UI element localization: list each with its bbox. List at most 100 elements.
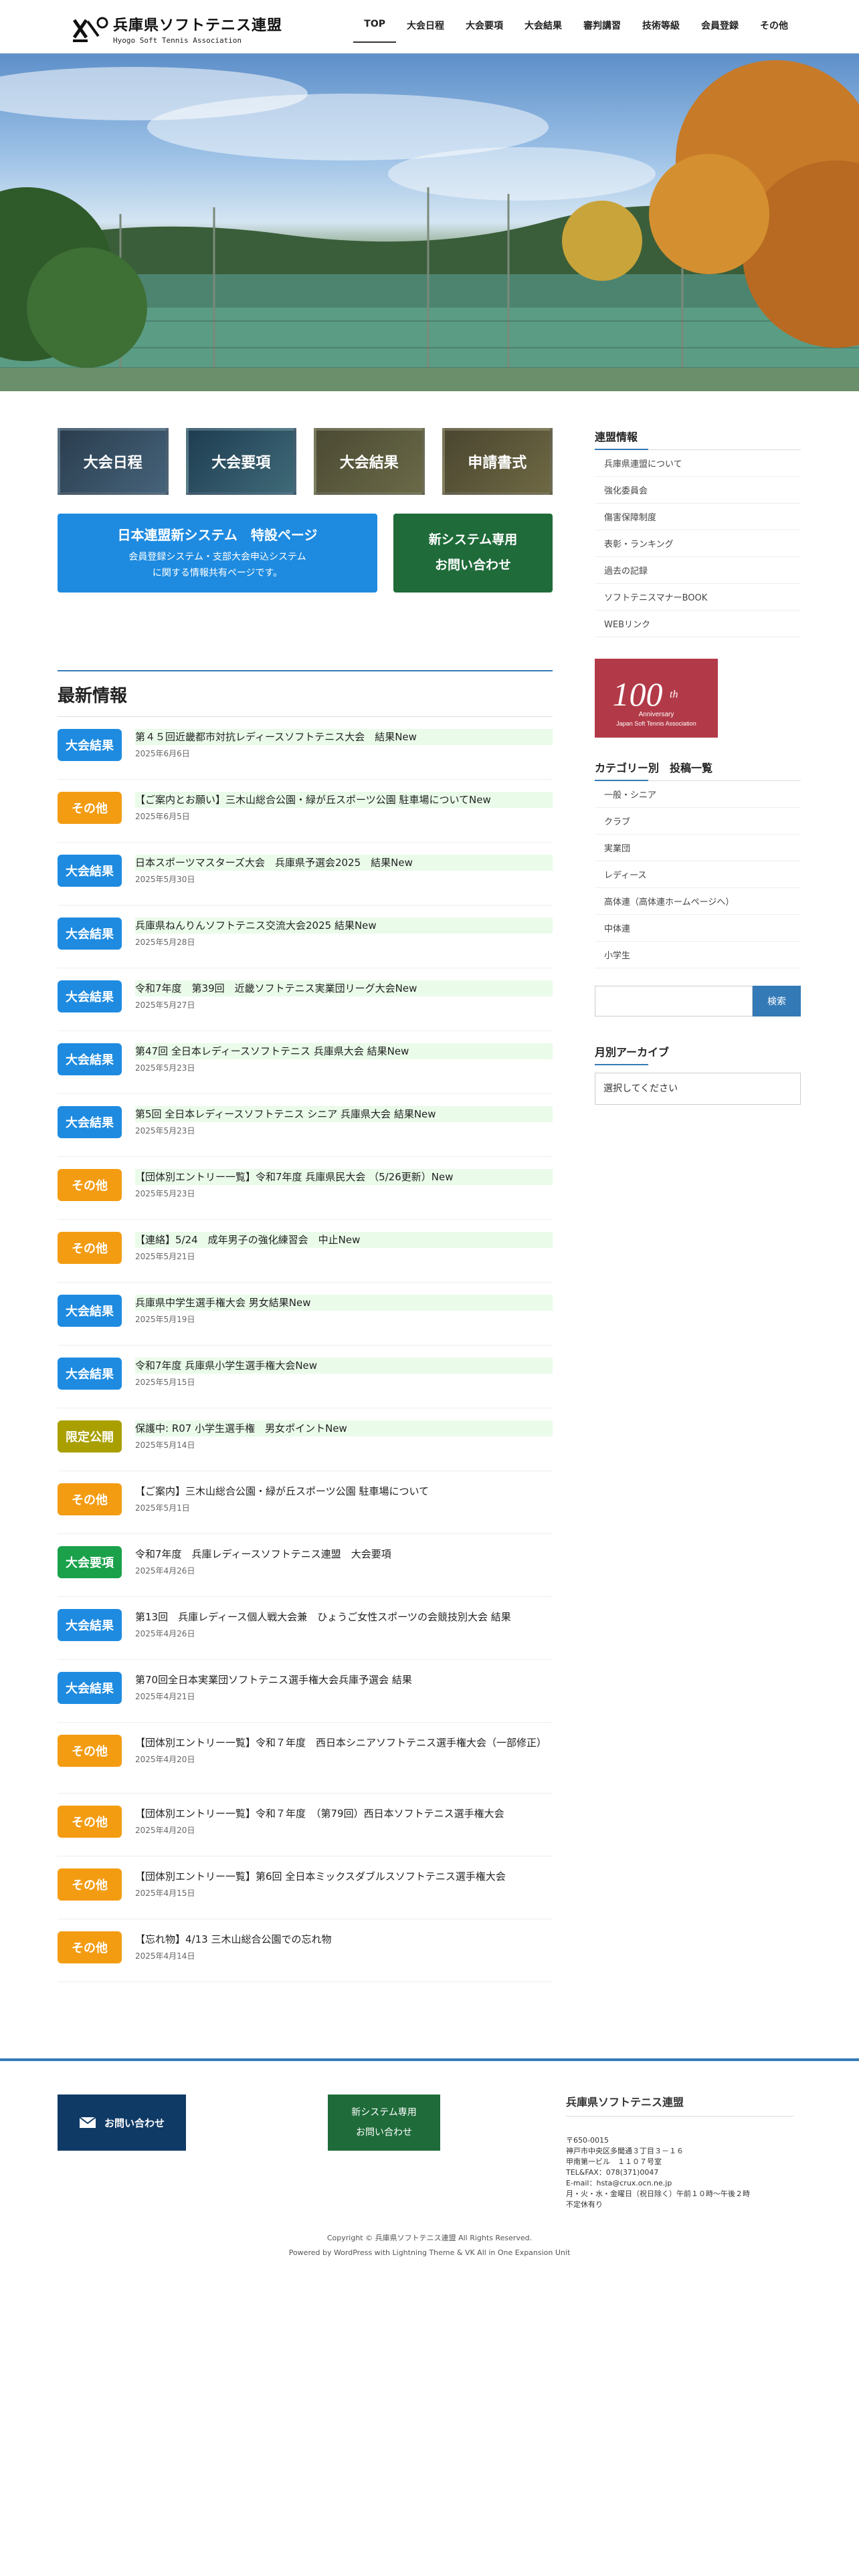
powered-by[interactable]: Powered by WordPress with Lightning Them… xyxy=(0,2248,859,2257)
federation-info-link[interactable]: 強化委員会 xyxy=(595,477,801,504)
news-item[interactable]: 大会結果 第４５回近畿都市対抗レディースソフトテニス大会 結果New 2025年6月… xyxy=(58,717,553,780)
promo-subtitle-1: 会員登録システム・支部大会申込システム xyxy=(128,552,306,562)
nav-schedule[interactable]: 大会日程 xyxy=(396,9,455,43)
news-category-badge[interactable]: その他 xyxy=(58,1169,122,1201)
news-title-link[interactable]: 第47回 全日本レディースソフトテニス 兵庫県大会 結果New xyxy=(135,1043,553,1059)
news-title-link[interactable]: 第5回 全日本レディースソフトテニス シニア 兵庫県大会 結果New xyxy=(135,1106,553,1122)
news-item[interactable]: 大会結果 令和7年度 兵庫県小学生選手権大会New 2025年5月15日 xyxy=(58,1346,553,1408)
news-category-badge[interactable]: その他 xyxy=(58,1868,122,1901)
new-system-special-page-button[interactable]: 日本連盟新システム 特設ページ 会員登録システム・支部大会申込システム に関する… xyxy=(58,514,377,593)
news-category-badge[interactable]: その他 xyxy=(58,1483,122,1515)
news-title-link[interactable]: 令和7年度 第39回 近畿ソフトテニス実業団リーグ大会New xyxy=(135,980,553,996)
news-item[interactable]: その他 【団体別エントリー一覧】令和７年度 （第79回）西日本ソフトテニス選手権大… xyxy=(58,1794,553,1856)
news-item[interactable]: その他 【連絡】5/24 成年男子の強化練習会 中止New 2025年5月21日 xyxy=(58,1220,553,1283)
federation-info-link[interactable]: 兵庫県連盟について xyxy=(595,450,801,477)
category-link[interactable]: レディース xyxy=(595,861,801,888)
federation-info-link[interactable]: 傷害保障制度 xyxy=(595,504,801,530)
news-category-badge[interactable]: 大会結果 xyxy=(58,1358,122,1390)
news-category-badge[interactable]: その他 xyxy=(58,792,122,824)
federation-info-link[interactable]: 表彰・ランキング xyxy=(595,530,801,557)
news-item[interactable]: 大会結果 日本スポーツマスターズ大会 兵庫県予選会2025 結果New 2025年5… xyxy=(58,843,553,905)
news-item[interactable]: 大会結果 兵庫県中学生選手権大会 男女結果New 2025年5月19日 xyxy=(58,1283,553,1346)
news-title-link[interactable]: 【ご案内】三木山総合公園・緑が丘スポーツ公園 駐車場について xyxy=(135,1483,553,1499)
news-category-badge[interactable]: 大会結果 xyxy=(58,1043,122,1075)
news-category-badge[interactable]: 大会結果 xyxy=(58,729,122,761)
news-title-link[interactable]: 第４５回近畿都市対抗レディースソフトテニス大会 結果New xyxy=(135,729,553,745)
news-title-link[interactable]: 【連絡】5/24 成年男子の強化練習会 中止New xyxy=(135,1232,553,1248)
news-item[interactable]: その他 【忘れ物】4/13 三木山総合公園での忘れ物 2025年4月14日 xyxy=(58,1919,553,1982)
nav-grade[interactable]: 技術等級 xyxy=(632,9,690,43)
news-item[interactable]: 大会要項 令和7年度 兵庫レディースソフトテニス連盟 大会要項 2025年4月26日 xyxy=(58,1534,553,1597)
nav-membership[interactable]: 会員登録 xyxy=(690,9,749,43)
news-category-badge[interactable]: 大会結果 xyxy=(58,980,122,1012)
nav-guidelines[interactable]: 大会要項 xyxy=(455,9,514,43)
news-item[interactable]: 大会結果 第13回 兵庫レディース個人戦大会兼 ひょうご女性スポーツの会競技別大会… xyxy=(58,1597,553,1660)
news-title-link[interactable]: 第13回 兵庫レディース個人戦大会兼 ひょうご女性スポーツの会競技別大会 結果 xyxy=(135,1609,553,1625)
search-input[interactable] xyxy=(595,986,753,1016)
guidelines-button[interactable]: 大会要項 xyxy=(185,428,296,495)
footer-organization: 兵庫県ソフトテニス連盟 〒650-0015 神戸市中央区多聞通３丁目３－１６ 甲南第… xyxy=(566,2093,793,2210)
federation-info-link[interactable]: WEBリンク xyxy=(595,611,801,637)
news-item[interactable]: その他 【団体別エントリー一覧】第6回 全日本ミックスダブルスソフトテニス選手権大… xyxy=(58,1856,553,1919)
federation-info-link[interactable]: ソフトテニスマナーBOOK xyxy=(595,584,801,611)
news-title-link[interactable]: 【団体別エントリー一覧】令和7年度 兵庫県民大会 （5/26更新）New xyxy=(135,1169,553,1185)
news-title-link[interactable]: 兵庫県ねんりんソフトテニス交流大会2025 結果New xyxy=(135,918,553,934)
nav-other[interactable]: その他 xyxy=(749,9,799,43)
news-item[interactable]: その他 【団体別エントリー一覧】令和７年度 西日本シニアソフトテニス選手権大会（一… xyxy=(58,1723,553,1794)
category-link[interactable]: 小学生 xyxy=(595,942,801,968)
federation-info-link[interactable]: 過去の記録 xyxy=(595,557,801,584)
news-title-link[interactable]: 【団体別エントリー一覧】令和７年度 （第79回）西日本ソフトテニス選手権大会 xyxy=(135,1806,553,1822)
news-category-badge[interactable]: 大会結果 xyxy=(58,1672,122,1704)
news-item[interactable]: 大会結果 第70回全日本実業団ソフトテニス選手権大会兵庫予選会 結果 2025年4月… xyxy=(58,1660,553,1723)
news-category-badge[interactable]: 大会結果 xyxy=(58,855,122,887)
new-system-contact-button[interactable]: 新システム専用 お問い合わせ xyxy=(393,514,553,593)
news-category-badge[interactable]: 大会結果 xyxy=(58,918,122,950)
footer-contact-button[interactable]: お問い合わせ xyxy=(58,2095,186,2151)
news-item[interactable]: 大会結果 令和7年度 第39回 近畿ソフトテニス実業団リーグ大会New 2025年5… xyxy=(58,968,553,1031)
news-item[interactable]: 大会結果 第47回 全日本レディースソフトテニス 兵庫県大会 結果New 2025年… xyxy=(58,1031,553,1094)
category-link[interactable]: 高体連（高体連ホームページへ） xyxy=(595,888,801,915)
site-logo[interactable]: 兵庫県ソフトテニス連盟 Hyogo Soft Tennis Associatio… xyxy=(72,13,282,45)
news-category-badge[interactable]: その他 xyxy=(58,1806,122,1838)
news-category-badge[interactable]: 大会要項 xyxy=(58,1546,122,1578)
news-title-link[interactable]: 保護中: R07 小学生選手権 男女ポイントNew xyxy=(135,1420,553,1436)
copyright: Copyright © 兵庫県ソフトテニス連盟 All Rights Reser… xyxy=(326,2234,533,2242)
news-category-badge[interactable]: その他 xyxy=(58,1931,122,1963)
news-category-badge[interactable]: 限定公開 xyxy=(58,1420,122,1453)
results-button[interactable]: 大会結果 xyxy=(314,428,425,495)
nav-top[interactable]: TOP xyxy=(353,9,396,43)
category-link[interactable]: 一般・シニア xyxy=(595,781,801,808)
footer-new-system-contact-button[interactable]: 新システム専用 お問い合わせ xyxy=(328,2095,440,2151)
news-title-link[interactable]: 【団体別エントリー一覧】令和７年度 西日本シニアソフトテニス選手権大会（一部修正… xyxy=(135,1735,553,1751)
news-item[interactable]: 大会結果 兵庫県ねんりんソフトテニス交流大会2025 結果New 2025年5月28… xyxy=(58,905,553,968)
news-item[interactable]: その他 【団体別エントリー一覧】令和7年度 兵庫県民大会 （5/26更新）New 2… xyxy=(58,1157,553,1220)
news-category-badge[interactable]: その他 xyxy=(58,1735,122,1767)
news-title-link[interactable]: 第70回全日本実業団ソフトテニス選手権大会兵庫予選会 結果 xyxy=(135,1672,553,1688)
news-category-badge[interactable]: 大会結果 xyxy=(58,1295,122,1327)
news-title-link[interactable]: 兵庫県中学生選手権大会 男女結果New xyxy=(135,1295,553,1311)
news-item[interactable]: 限定公開 保護中: R07 小学生選手権 男女ポイントNew 2025年5月14日 xyxy=(58,1408,553,1471)
archive-select[interactable]: 選択してください xyxy=(595,1073,801,1105)
nav-results[interactable]: 大会結果 xyxy=(514,9,573,43)
nav-referee[interactable]: 審判講習 xyxy=(573,9,632,43)
schedule-button[interactable]: 大会日程 xyxy=(58,428,169,495)
news-item[interactable]: その他 【ご案内とお願い】三木山総合公園・緑が丘スポーツ公園 駐車場についてNew… xyxy=(58,780,553,843)
news-category-badge[interactable]: 大会結果 xyxy=(58,1106,122,1138)
news-item[interactable]: 大会結果 第5回 全日本レディースソフトテニス シニア 兵庫県大会 結果New 20… xyxy=(58,1094,553,1157)
category-link[interactable]: クラブ xyxy=(595,808,801,835)
category-link[interactable]: 中体連 xyxy=(595,915,801,942)
category-link[interactable]: 実業団 xyxy=(595,835,801,861)
news-date: 2025年5月28日 xyxy=(135,938,195,947)
news-title-link[interactable]: 令和7年度 兵庫県小学生選手権大会New xyxy=(135,1358,553,1374)
anniversary-badge[interactable]: 100 th Anniversary Japan Soft Tennis Ass… xyxy=(595,659,718,738)
news-title-link[interactable]: 【団体別エントリー一覧】第6回 全日本ミックスダブルスソフトテニス選手権大会 xyxy=(135,1868,553,1885)
news-category-badge[interactable]: 大会結果 xyxy=(58,1609,122,1641)
news-title-link[interactable]: 日本スポーツマスターズ大会 兵庫県予選会2025 結果New xyxy=(135,855,553,871)
forms-button[interactable]: 申請書式 xyxy=(442,428,553,495)
news-title-link[interactable]: 【忘れ物】4/13 三木山総合公園での忘れ物 xyxy=(135,1931,553,1947)
news-item[interactable]: その他 【ご案内】三木山総合公園・緑が丘スポーツ公園 駐車場について 2025年5月… xyxy=(58,1471,553,1534)
search-button[interactable]: 検索 xyxy=(753,986,801,1016)
news-category-badge[interactable]: その他 xyxy=(58,1232,122,1264)
news-title-link[interactable]: 【ご案内とお願い】三木山総合公園・緑が丘スポーツ公園 駐車場についてNew xyxy=(135,792,553,808)
news-title-link[interactable]: 令和7年度 兵庫レディースソフトテニス連盟 大会要項 xyxy=(135,1546,553,1562)
